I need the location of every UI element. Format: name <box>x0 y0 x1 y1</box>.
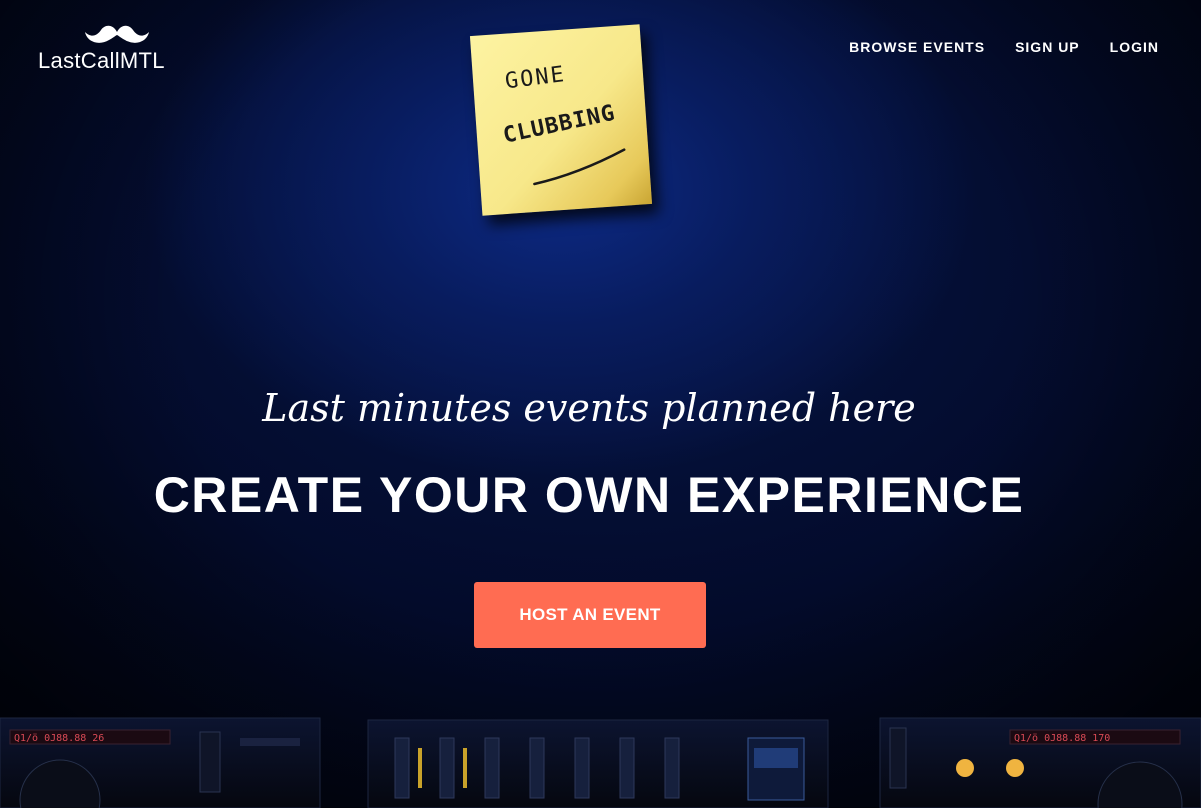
nav-browse-events[interactable]: BROWSE EVENTS <box>849 39 985 55</box>
nav-sign-up[interactable]: SIGN UP <box>1015 39 1080 55</box>
hero-tagline: Last minutes events planned here <box>262 386 916 430</box>
note-underline <box>533 148 626 186</box>
note-line-2: CLUBBING <box>500 100 618 149</box>
svg-text:Q1/ö 0J88.88 170: Q1/ö 0J88.88 170 <box>1014 733 1110 744</box>
nav-login[interactable]: LOGIN <box>1110 39 1159 55</box>
brand-logo[interactable]: LastCallMTL <box>38 22 200 74</box>
mustache-icon <box>85 25 149 43</box>
brand-name: LastCallMTL <box>38 48 165 73</box>
svg-text:Q1/ö 0J88.88 26: Q1/ö 0J88.88 26 <box>14 733 104 744</box>
hero-headline: CREATE YOUR OWN EXPERIENCE <box>153 467 1025 523</box>
dj-decks-image: Q1/ö 0J88.88 26 Q1/ö 0J88.88 170 <box>0 717 1201 808</box>
note-line-1: GONE <box>503 62 568 95</box>
main-nav: BROWSE EVENTS SIGN UP LOGIN <box>849 39 1159 55</box>
sticky-note-image: GONE CLUBBING <box>469 24 653 216</box>
host-event-button[interactable]: HOST AN EVENT <box>474 582 706 648</box>
hero-section: LastCallMTL BROWSE EVENTS SIGN UP LOGIN … <box>0 0 1201 808</box>
